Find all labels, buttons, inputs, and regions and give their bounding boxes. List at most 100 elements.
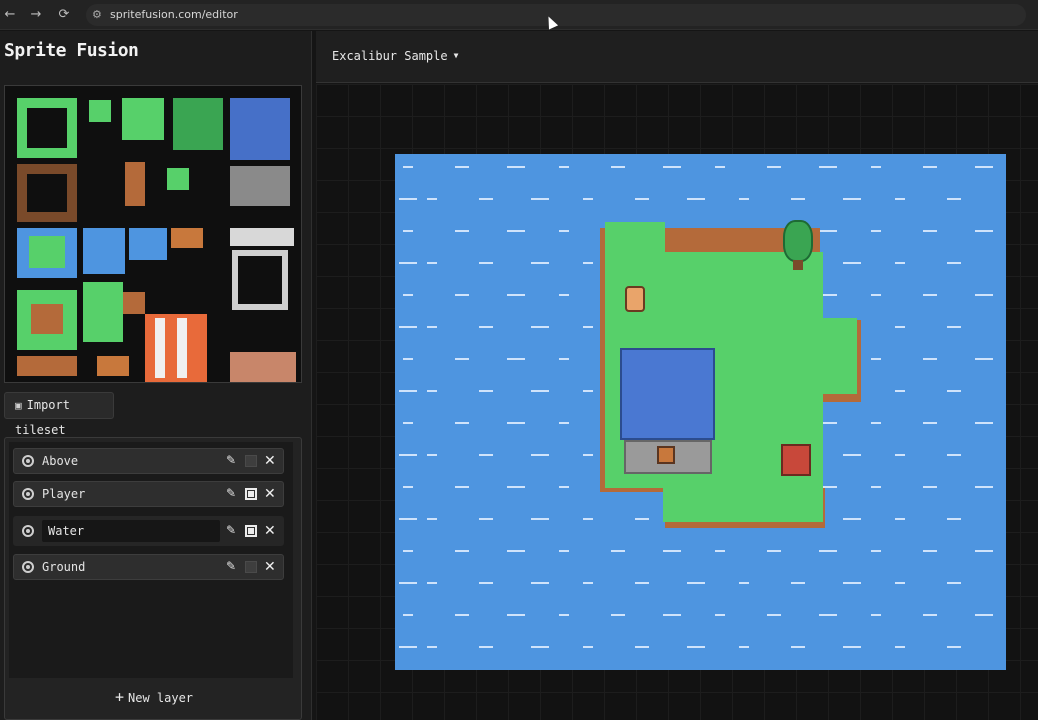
tile-swatch[interactable] (97, 356, 129, 376)
tile-swatch[interactable] (89, 100, 111, 122)
treasure-chest (781, 444, 811, 476)
water-wave (871, 422, 881, 424)
water-wave (531, 582, 549, 584)
url-text[interactable]: spritefusion.com/editor (110, 4, 238, 26)
water-wave (399, 262, 417, 264)
delete-icon[interactable]: ✕ (264, 484, 276, 504)
tile-swatch[interactable] (230, 352, 296, 382)
visibility-icon[interactable] (22, 455, 34, 467)
tile-swatch[interactable] (27, 174, 67, 212)
water-wave (559, 294, 569, 296)
layer-row-player[interactable]: Player ✎ ✕ (13, 481, 284, 507)
tile-swatch[interactable] (230, 228, 294, 246)
water-wave (975, 614, 993, 616)
water-wave (583, 454, 593, 456)
tileset-palette[interactable] (4, 85, 302, 383)
water-wave (611, 550, 625, 552)
tile-swatch[interactable] (230, 166, 290, 206)
project-selector[interactable]: Excalibur Sample ▼ (332, 49, 458, 63)
tile-swatch[interactable] (238, 256, 282, 304)
tile-swatch[interactable] (123, 292, 145, 314)
tile-swatch[interactable] (230, 98, 290, 160)
layer-toggle-box[interactable] (245, 561, 257, 573)
tile-swatch[interactable] (122, 98, 164, 140)
tile-swatch[interactable] (177, 318, 187, 378)
water-wave (895, 518, 905, 520)
visibility-icon[interactable] (22, 488, 34, 500)
water-wave (767, 166, 781, 168)
layer-row-water[interactable]: Water ✎ ✕ (13, 516, 284, 546)
water-wave (531, 518, 549, 520)
water-wave (531, 198, 549, 200)
tile-swatch[interactable] (125, 162, 145, 206)
layer-name-input[interactable]: Water (42, 520, 220, 542)
water-wave (947, 326, 961, 328)
tile-swatch[interactable] (29, 236, 65, 268)
water-wave (843, 454, 861, 456)
water-wave (947, 454, 961, 456)
water-wave (663, 166, 681, 168)
back-icon[interactable]: ← (0, 5, 20, 25)
edit-icon[interactable]: ✎ (226, 523, 236, 537)
water-wave (975, 294, 993, 296)
layer-row-ground[interactable]: Ground ✎ ✕ (13, 554, 284, 580)
tile-swatch[interactable] (171, 228, 203, 248)
house-door (657, 446, 675, 464)
water-wave (663, 550, 681, 552)
tile-swatch[interactable] (173, 98, 223, 150)
water-wave (479, 646, 493, 648)
edit-icon[interactable]: ✎ (226, 486, 236, 500)
water-wave (635, 582, 649, 584)
water-wave (455, 550, 469, 552)
visibility-icon[interactable] (22, 561, 34, 573)
delete-icon[interactable]: ✕ (264, 451, 276, 471)
water-wave (923, 614, 937, 616)
water-wave (403, 294, 413, 296)
tile-swatch[interactable] (31, 304, 63, 334)
tile-swatch[interactable] (17, 356, 77, 376)
water-wave (403, 230, 413, 232)
new-layer-button[interactable]: + New layer (5, 688, 303, 706)
water-wave (455, 166, 469, 168)
layer-row-above[interactable]: Above ✎ ✕ (13, 448, 284, 474)
edit-icon[interactable]: ✎ (226, 559, 236, 573)
tilemap-canvas[interactable] (395, 154, 1006, 670)
forward-icon[interactable]: → (26, 5, 46, 25)
water-wave (399, 646, 417, 648)
layer-toggle-box[interactable] (245, 525, 257, 537)
water-wave (895, 390, 905, 392)
tile-swatch[interactable] (83, 228, 125, 274)
water-wave (583, 262, 593, 264)
tile-swatch[interactable] (155, 318, 165, 378)
tile-swatch[interactable] (167, 168, 189, 190)
layer-toggle-box[interactable] (245, 488, 257, 500)
tile-swatch[interactable] (129, 228, 167, 260)
water-wave (635, 518, 649, 520)
water-wave (923, 294, 937, 296)
water-wave (975, 550, 993, 552)
water-wave (403, 422, 413, 424)
map-canvas-area[interactable] (316, 84, 1038, 720)
delete-icon[interactable]: ✕ (264, 557, 276, 577)
site-settings-icon[interactable]: ⚙ (92, 7, 102, 23)
visibility-icon[interactable] (22, 525, 34, 537)
water-wave (455, 486, 469, 488)
water-wave (427, 518, 437, 520)
layer-name: Above (42, 454, 79, 468)
water-wave (403, 614, 413, 616)
water-wave (715, 166, 725, 168)
water-wave (559, 230, 569, 232)
water-wave (975, 486, 993, 488)
tile-swatch[interactable] (83, 282, 123, 342)
water-wave (559, 614, 569, 616)
water-wave (687, 646, 705, 648)
tile-swatch[interactable] (27, 108, 67, 148)
import-tileset-button[interactable]: ▣ Import tileset (4, 392, 114, 437)
reload-icon[interactable]: ⟳ (54, 5, 74, 25)
delete-icon[interactable]: ✕ (264, 521, 276, 541)
water-wave (975, 358, 993, 360)
layer-toggle-box[interactable] (245, 455, 257, 467)
edit-icon[interactable]: ✎ (226, 453, 236, 467)
water-wave (531, 326, 549, 328)
water-wave (895, 646, 905, 648)
